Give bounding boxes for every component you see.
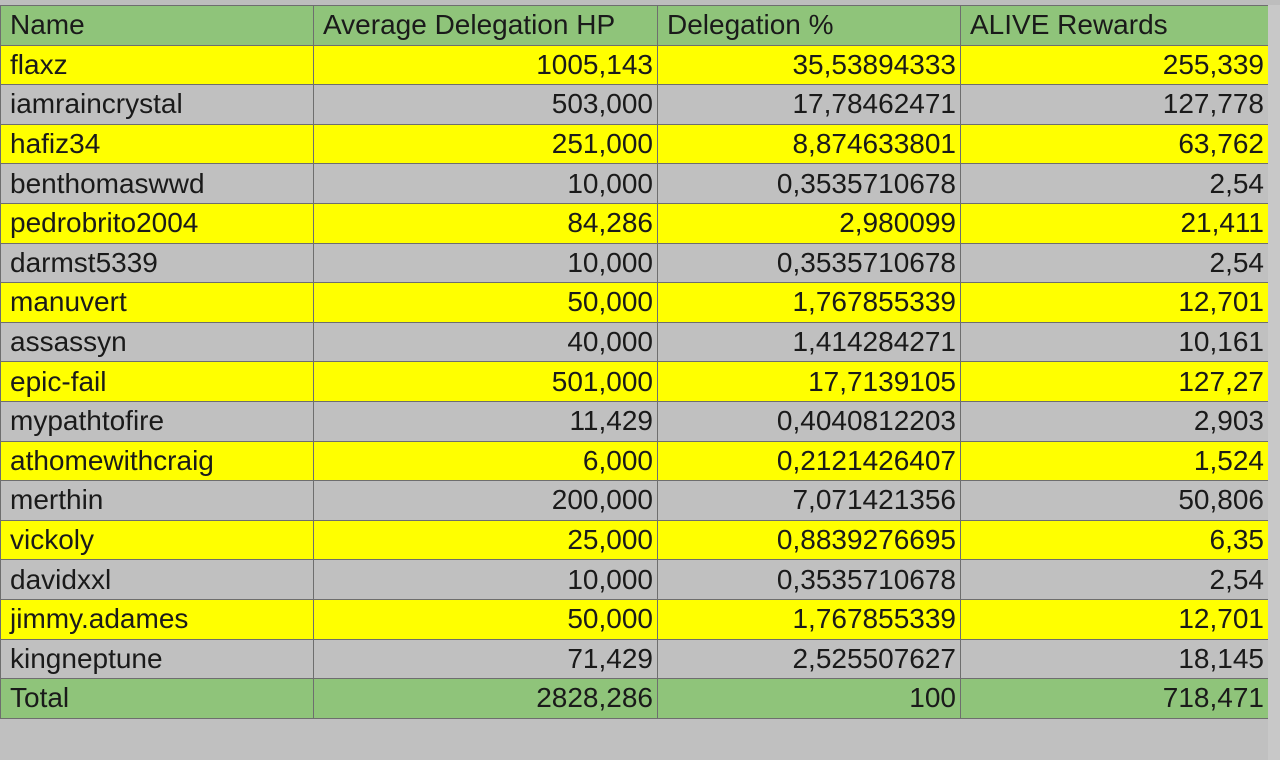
header-row: Name Average Delegation HP Delegation % … <box>0 5 1269 46</box>
header-cell-hp[interactable]: Average Delegation HP <box>313 5 658 46</box>
cell-pct[interactable]: 17,7139105 <box>657 361 961 402</box>
cell-name[interactable]: hafiz34 <box>0 123 314 165</box>
total-pct-cell[interactable]: 100 <box>657 678 961 719</box>
cell-name[interactable]: flaxz <box>0 44 314 86</box>
cell-hp[interactable]: 6,000 <box>313 440 658 482</box>
sheet-right-edge <box>1268 5 1280 760</box>
table-row: epic-fail 501,000 17,7139105 127,27 <box>0 361 1269 402</box>
table-row: davidxxl 10,000 0,3535710678 2,54 <box>0 559 1269 600</box>
cell-hp[interactable]: 11,429 <box>313 400 658 442</box>
cell-pct[interactable]: 1,767855339 <box>657 598 961 640</box>
cell-name[interactable]: jimmy.adames <box>0 598 314 640</box>
table-row: jimmy.adames 50,000 1,767855339 12,701 <box>0 598 1269 640</box>
cell-pct[interactable]: 8,874633801 <box>657 123 961 165</box>
cell-hp[interactable]: 251,000 <box>313 123 658 165</box>
cell-pct[interactable]: 0,3535710678 <box>657 163 961 204</box>
cell-rewards[interactable]: 10,161 <box>960 321 1269 363</box>
table-row: flaxz 1005,143 35,53894333 255,339 <box>0 44 1269 86</box>
table-row: iamraincrystal 503,000 17,78462471 127,778 <box>0 84 1269 125</box>
cell-pct[interactable]: 0,3535710678 <box>657 242 961 284</box>
cell-pct[interactable]: 2,525507627 <box>657 638 961 680</box>
cell-name[interactable]: kingneptune <box>0 638 314 680</box>
cell-rewards[interactable]: 1,524 <box>960 440 1269 482</box>
table-row: hafiz34 251,000 8,874633801 63,762 <box>0 123 1269 165</box>
cell-name[interactable]: benthomaswwd <box>0 163 314 204</box>
cell-name[interactable]: assassyn <box>0 321 314 363</box>
total-rewards-cell[interactable]: 718,471 <box>960 678 1269 719</box>
cell-rewards[interactable]: 127,778 <box>960 84 1269 125</box>
cell-rewards[interactable]: 2,54 <box>960 559 1269 600</box>
cell-hp[interactable]: 200,000 <box>313 480 658 521</box>
table-row: manuvert 50,000 1,767855339 12,701 <box>0 282 1269 323</box>
cell-rewards[interactable]: 12,701 <box>960 598 1269 640</box>
cell-pct[interactable]: 1,414284271 <box>657 321 961 363</box>
cell-name[interactable]: athomewithcraig <box>0 440 314 482</box>
spreadsheet: Name Average Delegation HP Delegation % … <box>0 0 1280 760</box>
cell-name[interactable]: pedrobrito2004 <box>0 202 314 244</box>
cell-rewards[interactable]: 63,762 <box>960 123 1269 165</box>
table-row: mypathtofire 11,429 0,4040812203 2,903 <box>0 400 1269 442</box>
cell-name[interactable]: merthin <box>0 480 314 521</box>
cell-name[interactable]: iamraincrystal <box>0 84 314 125</box>
header-cell-name[interactable]: Name <box>0 5 314 46</box>
cell-name[interactable]: davidxxl <box>0 559 314 600</box>
cell-rewards[interactable]: 21,411 <box>960 202 1269 244</box>
cell-rewards[interactable]: 18,145 <box>960 638 1269 680</box>
cell-name[interactable]: manuvert <box>0 282 314 323</box>
cell-rewards[interactable]: 2,54 <box>960 163 1269 204</box>
header-cell-pct[interactable]: Delegation % <box>657 5 961 46</box>
cell-hp[interactable]: 71,429 <box>313 638 658 680</box>
table-row: athomewithcraig 6,000 0,2121426407 1,524 <box>0 440 1269 482</box>
cell-rewards[interactable]: 2,54 <box>960 242 1269 284</box>
cell-name[interactable]: mypathtofire <box>0 400 314 442</box>
cell-pct[interactable]: 0,4040812203 <box>657 400 961 442</box>
cell-pct[interactable]: 1,767855339 <box>657 282 961 323</box>
cell-rewards[interactable]: 6,35 <box>960 519 1269 561</box>
cell-hp[interactable]: 503,000 <box>313 84 658 125</box>
header-cell-rewards[interactable]: ALIVE Rewards <box>960 5 1269 46</box>
cell-pct[interactable]: 7,071421356 <box>657 480 961 521</box>
cell-pct[interactable]: 0,2121426407 <box>657 440 961 482</box>
cell-hp[interactable]: 1005,143 <box>313 44 658 86</box>
cell-name[interactable]: epic-fail <box>0 361 314 402</box>
table-row: darmst5339 10,000 0,3535710678 2,54 <box>0 242 1269 284</box>
cell-hp[interactable]: 10,000 <box>313 242 658 284</box>
cell-hp[interactable]: 84,286 <box>313 202 658 244</box>
cell-name[interactable]: vickoly <box>0 519 314 561</box>
cell-rewards[interactable]: 50,806 <box>960 480 1269 521</box>
table-row: merthin 200,000 7,071421356 50,806 <box>0 480 1269 521</box>
table-row: pedrobrito2004 84,286 2,980099 21,411 <box>0 202 1269 244</box>
cell-rewards[interactable]: 2,903 <box>960 400 1269 442</box>
table-row: kingneptune 71,429 2,525507627 18,145 <box>0 638 1269 680</box>
cell-pct[interactable]: 35,53894333 <box>657 44 961 86</box>
cell-pct[interactable]: 0,8839276695 <box>657 519 961 561</box>
table-row: benthomaswwd 10,000 0,3535710678 2,54 <box>0 163 1269 204</box>
cell-rewards[interactable]: 255,339 <box>960 44 1269 86</box>
cell-pct[interactable]: 2,980099 <box>657 202 961 244</box>
cell-hp[interactable]: 501,000 <box>313 361 658 402</box>
total-label-cell[interactable]: Total <box>0 678 314 719</box>
delegation-table: Name Average Delegation HP Delegation % … <box>0 5 1269 719</box>
cell-hp[interactable]: 25,000 <box>313 519 658 561</box>
cell-rewards[interactable]: 12,701 <box>960 282 1269 323</box>
table-row: assassyn 40,000 1,414284271 10,161 <box>0 321 1269 363</box>
cell-pct[interactable]: 0,3535710678 <box>657 559 961 600</box>
cell-hp[interactable]: 50,000 <box>313 282 658 323</box>
cell-hp[interactable]: 10,000 <box>313 559 658 600</box>
cell-hp[interactable]: 10,000 <box>313 163 658 204</box>
cell-pct[interactable]: 17,78462471 <box>657 84 961 125</box>
cell-rewards[interactable]: 127,27 <box>960 361 1269 402</box>
cell-hp[interactable]: 40,000 <box>313 321 658 363</box>
cell-hp[interactable]: 50,000 <box>313 598 658 640</box>
total-row: Total 2828,286 100 718,471 <box>0 678 1269 719</box>
total-hp-cell[interactable]: 2828,286 <box>313 678 658 719</box>
cell-name[interactable]: darmst5339 <box>0 242 314 284</box>
table-row: vickoly 25,000 0,8839276695 6,35 <box>0 519 1269 561</box>
